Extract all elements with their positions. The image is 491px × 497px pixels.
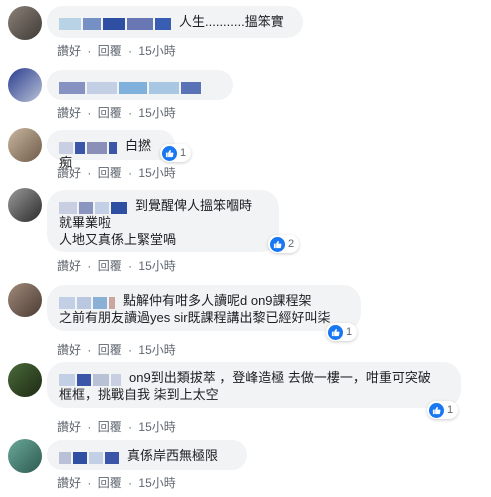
- comment-actions: 讚好 · 回覆 · 15小時: [57, 474, 176, 491]
- avatar[interactable]: [8, 68, 42, 102]
- avatar[interactable]: [8, 128, 42, 162]
- reply-link[interactable]: 回覆: [98, 418, 122, 435]
- reply-link[interactable]: 回覆: [98, 257, 122, 274]
- like-link[interactable]: 讚好: [57, 257, 81, 274]
- reaction-count[interactable]: 1: [427, 401, 459, 419]
- thumbs-up-icon: [270, 236, 285, 252]
- redacted-name[interactable]: [59, 17, 173, 30]
- reaction-count[interactable]: 1: [326, 323, 358, 341]
- redacted-name[interactable]: [59, 201, 129, 214]
- comment-text-line3: 人地又真係上緊堂喎: [59, 232, 177, 247]
- like-link[interactable]: 讚好: [57, 164, 81, 181]
- reply-link[interactable]: 回覆: [98, 104, 122, 121]
- like-link[interactable]: 讚好: [57, 42, 81, 59]
- timestamp[interactable]: 15小時: [138, 257, 175, 274]
- comment-bubble: 真係岸西無極限: [47, 440, 247, 470]
- comment-text: 真係岸西無極限: [127, 448, 219, 463]
- redacted-name[interactable]: [59, 141, 119, 154]
- reply-link[interactable]: 回覆: [98, 164, 122, 181]
- avatar[interactable]: [8, 363, 42, 397]
- comment-bubble: 到覺醒俾人搵笨嗰時 就畢業啦 人地又真係上緊堂喎: [47, 190, 279, 252]
- comment-bubble: 點解仲有咁多人讀呢d on9課程架 之前有朋友讀過yes sir既課程講出黎已經…: [47, 285, 361, 331]
- timestamp[interactable]: 15小時: [138, 341, 175, 358]
- timestamp[interactable]: 15小時: [138, 418, 175, 435]
- timestamp[interactable]: 15小時: [138, 42, 175, 59]
- comment-actions: 讚好 · 回覆 · 15小時: [57, 104, 176, 121]
- like-link[interactable]: 讚好: [57, 104, 81, 121]
- reply-link[interactable]: 回覆: [98, 42, 122, 59]
- avatar[interactable]: [8, 6, 42, 40]
- comment-actions: 讚好 · 回覆 · 15小時: [57, 42, 176, 59]
- comment-bubble: 白撚痴: [47, 130, 175, 170]
- comment-bubble: [47, 70, 233, 100]
- comment-text-line2: 框框，挑戰自我 柒到上太空: [59, 387, 219, 402]
- redacted-name[interactable]: [59, 81, 203, 94]
- timestamp[interactable]: 15小時: [138, 104, 175, 121]
- timestamp[interactable]: 15小時: [138, 164, 175, 181]
- reply-link[interactable]: 回覆: [98, 474, 122, 491]
- avatar[interactable]: [8, 439, 42, 473]
- comment-actions: 讚好 · 回覆 · 15小時: [57, 164, 176, 181]
- avatar[interactable]: [8, 283, 42, 317]
- redacted-name[interactable]: [59, 373, 123, 386]
- comment-actions: 讚好 · 回覆 · 15小時: [57, 341, 176, 358]
- comment-bubble: on9到出類拔萃 ，登峰造極 去做一樓一，咁重可突破 框框，挑戰自我 柒到上太空: [47, 362, 461, 408]
- like-link[interactable]: 讚好: [57, 474, 81, 491]
- redacted-name[interactable]: [59, 451, 121, 464]
- comment-actions: 讚好 · 回覆 · 15小時: [57, 257, 176, 274]
- comment-text-line2: 之前有朋友讀過yes sir既課程講出黎已經好叫柒: [59, 310, 331, 325]
- comment-text-line2: 就畢業啦: [59, 215, 112, 230]
- comment-text-line1: on9到出類拔萃 ，登峰造極 去做一樓一，咁重可突破: [129, 370, 431, 385]
- avatar[interactable]: [8, 188, 42, 222]
- redacted-name[interactable]: [59, 296, 117, 309]
- comment-text-line1: 點解仲有咁多人讀呢d on9課程架: [123, 293, 312, 308]
- reply-link[interactable]: 回覆: [98, 341, 122, 358]
- like-link[interactable]: 讚好: [57, 341, 81, 358]
- like-link[interactable]: 讚好: [57, 418, 81, 435]
- comment-actions: 讚好 · 回覆 · 15小時: [57, 418, 176, 435]
- thumbs-up-icon: [429, 402, 444, 418]
- comment-text: 人生...........搵笨實: [179, 14, 284, 29]
- reaction-count[interactable]: 1: [160, 144, 192, 162]
- timestamp[interactable]: 15小時: [138, 474, 175, 491]
- thumbs-up-icon: [162, 145, 177, 161]
- reaction-count[interactable]: 2: [268, 235, 300, 253]
- comment-text-line1: 到覺醒俾人搵笨嗰時: [135, 198, 253, 213]
- thumbs-up-icon: [328, 324, 343, 340]
- comment-bubble: 人生...........搵笨實: [47, 6, 303, 38]
